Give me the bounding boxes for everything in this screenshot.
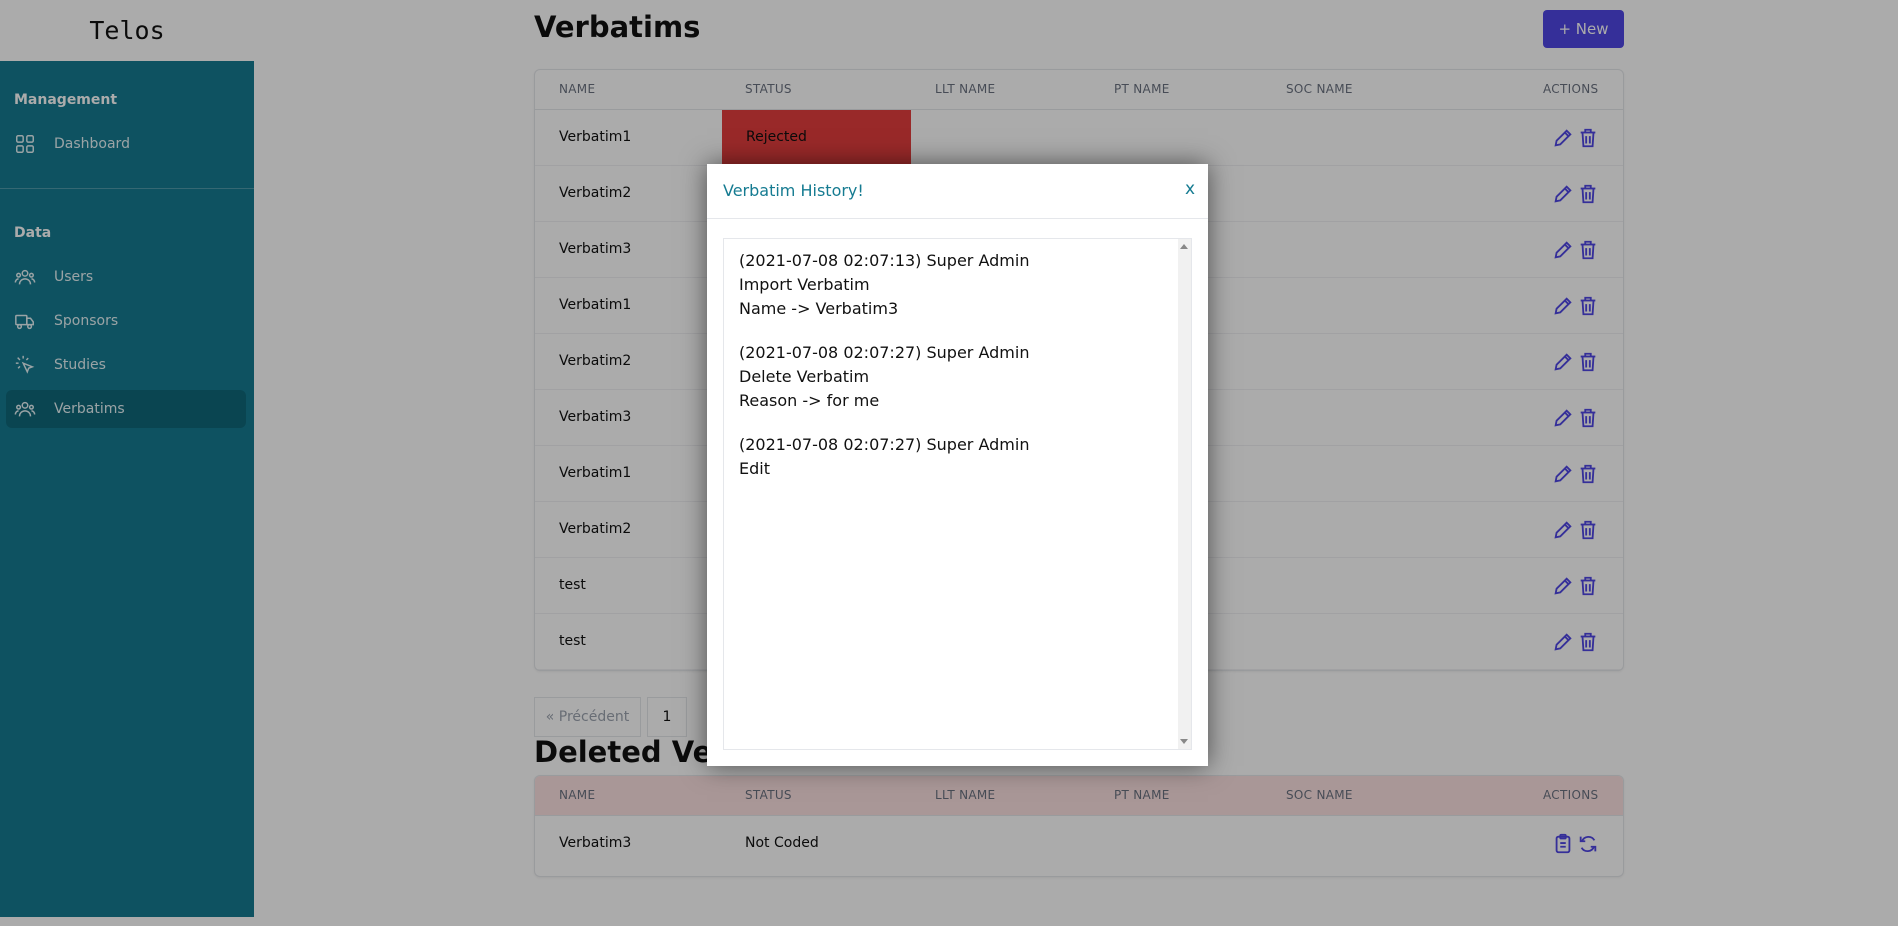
scroll-down-arrow-icon[interactable] xyxy=(1180,739,1188,744)
history-entry-line: Import Verbatim xyxy=(739,275,870,294)
history-entry: (2021-07-08 02:07:27) Super Admin Edit xyxy=(739,433,1029,481)
history-entry-line: (2021-07-08 02:07:27) Super Admin xyxy=(739,435,1030,454)
history-entry-line: (2021-07-08 02:07:27) Super Admin xyxy=(739,343,1030,362)
history-entry-line: Delete Verbatim xyxy=(739,367,870,386)
scrollbar[interactable] xyxy=(1178,239,1191,749)
history-entry-line: Reason -> for me xyxy=(739,391,880,410)
scroll-up-arrow-icon[interactable] xyxy=(1180,244,1188,249)
history-list[interactable]: (2021-07-08 02:07:13) Super Admin Import… xyxy=(723,238,1192,750)
history-entry: (2021-07-08 02:07:27) Super Admin Delete… xyxy=(739,341,1029,413)
modal-header: Verbatim History! x xyxy=(707,164,1208,219)
modal-title: Verbatim History! xyxy=(723,181,864,200)
history-entry: (2021-07-08 02:07:13) Super Admin Import… xyxy=(739,249,1029,321)
verbatim-history-modal: Verbatim History! x (2021-07-08 02:07:13… xyxy=(707,164,1208,766)
close-button[interactable]: x xyxy=(1185,179,1195,199)
history-entry-line: Name -> Verbatim3 xyxy=(739,299,899,318)
history-entry-line: (2021-07-08 02:07:13) Super Admin xyxy=(739,251,1030,270)
history-entry-line: Edit xyxy=(739,459,770,478)
